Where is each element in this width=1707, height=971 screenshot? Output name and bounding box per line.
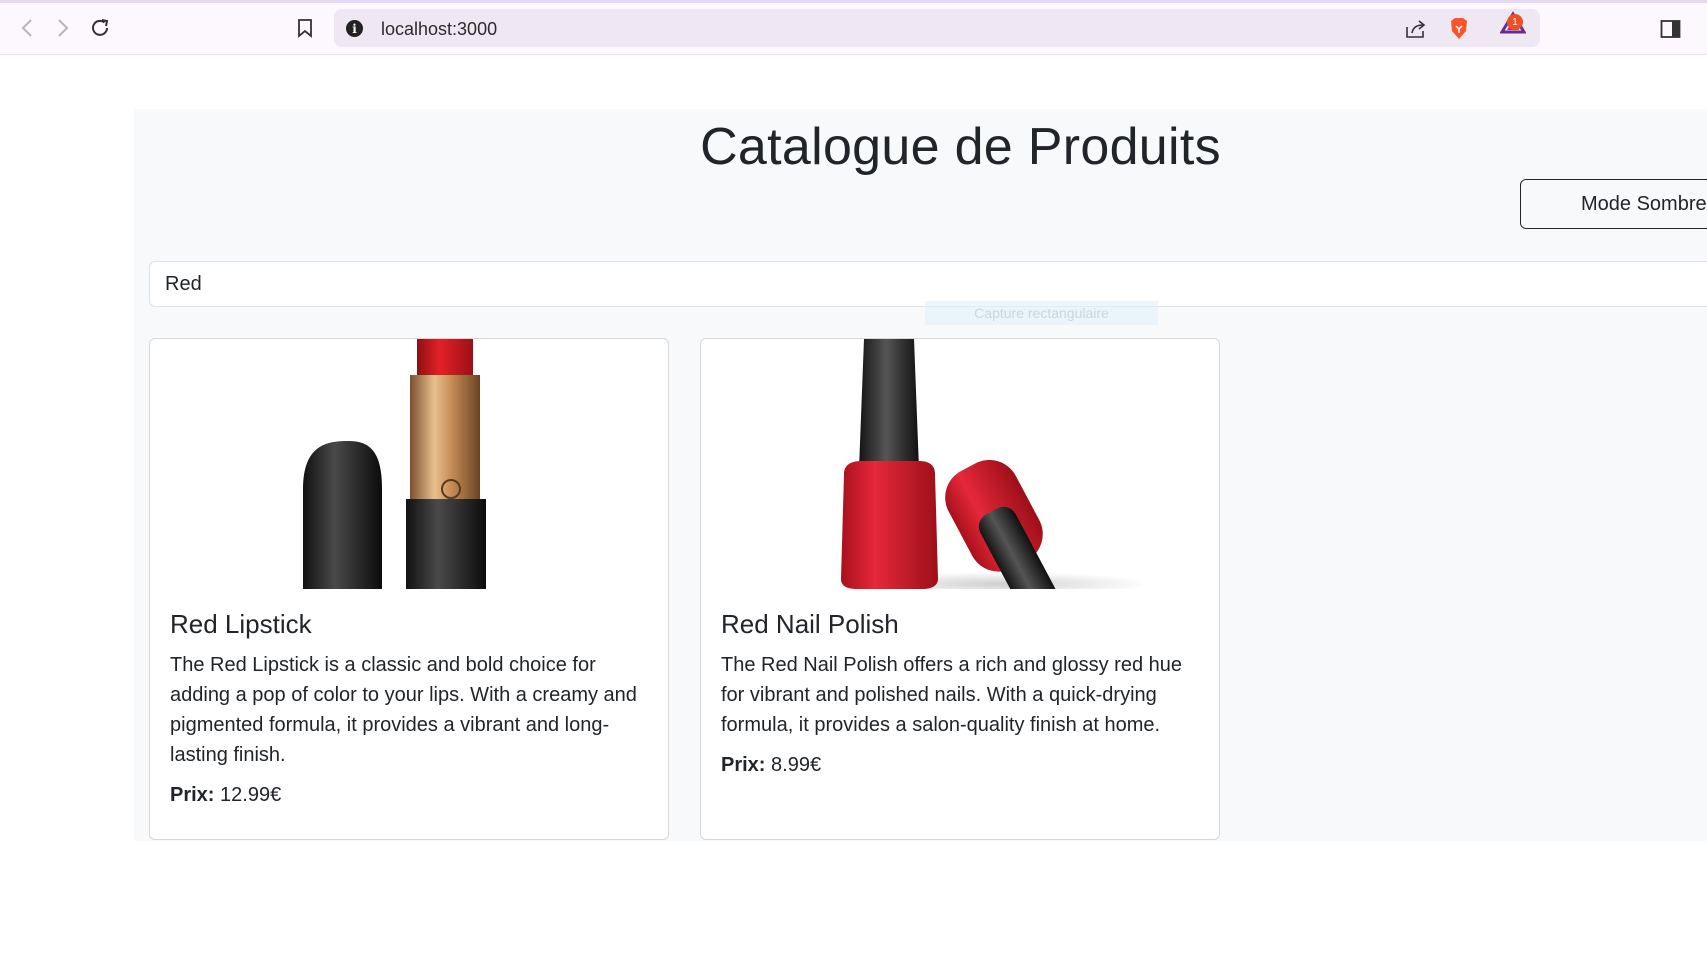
product-name: Red Lipstick — [170, 609, 312, 639]
catalog-page: Catalogue de Produits Mode Sombre Captur… — [134, 109, 1707, 841]
product-card: Red Lipstick The Red Lipstick is a class… — [149, 338, 669, 840]
sidebar-icon[interactable] — [1660, 19, 1682, 39]
dark-mode-button[interactable]: Mode Sombre — [1520, 179, 1707, 229]
url-text[interactable]: localhost:3000 — [381, 19, 497, 40]
capture-overlay-hint: Capture rectangulaire — [925, 301, 1158, 325]
brave-shield-icon[interactable] — [1448, 18, 1470, 40]
share-icon[interactable] — [1405, 18, 1427, 40]
product-description: The Red Nail Polish offers a rich and gl… — [721, 654, 1182, 736]
notification-badge: 1 — [1507, 14, 1523, 30]
product-description: The Red Lipstick is a classic and bold c… — [170, 654, 637, 766]
browser-toolbar: i localhost:3000 1 — [0, 3, 1707, 55]
product-card: Red Nail Polish The Red Nail Polish offe… — [700, 338, 1220, 840]
price-label: Prix: — [721, 754, 766, 776]
product-price: Prix: 8.99€ — [721, 754, 1201, 777]
bookmark-icon[interactable] — [294, 17, 316, 39]
price-label: Prix: — [170, 784, 215, 806]
reload-icon[interactable] — [89, 17, 111, 39]
product-image-lipstick — [150, 339, 668, 589]
forward-icon[interactable] — [52, 17, 74, 39]
product-name: Red Nail Polish — [721, 609, 899, 639]
price-value: 12.99€ — [220, 784, 282, 806]
product-image-nail-polish — [701, 339, 1219, 613]
price-value: 8.99€ — [771, 754, 822, 776]
product-price: Prix: 12.99€ — [170, 784, 650, 807]
back-icon[interactable] — [16, 17, 38, 39]
site-info-icon[interactable]: i — [346, 20, 363, 37]
address-bar[interactable]: i localhost:3000 — [334, 9, 1540, 47]
page-title: Catalogue de Produits — [700, 118, 1221, 176]
